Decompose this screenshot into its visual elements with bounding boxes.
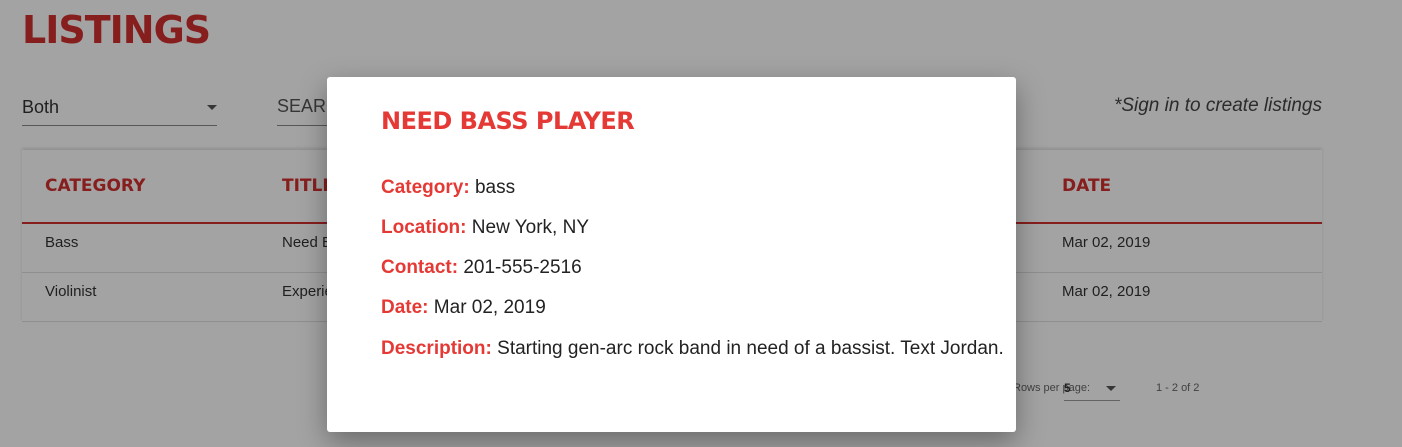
detail-value: 201-555-2516 (463, 257, 582, 278)
detail-label: Description: (381, 338, 492, 359)
modal-title: NEED BASS PLAYER (381, 107, 635, 135)
detail-contact: Contact: 201-555-2516 (381, 257, 582, 279)
detail-label: Contact: (381, 257, 459, 278)
detail-label: Location: (381, 217, 467, 238)
detail-description: Description: Starting gen-arc rock band … (381, 338, 1004, 360)
detail-value: New York, NY (471, 217, 590, 238)
detail-location: Location: New York, NY (381, 217, 589, 239)
detail-value: bass (474, 177, 516, 198)
detail-label: Date: (381, 297, 429, 318)
detail-value: Starting gen-arc rock band in need of a … (497, 338, 1004, 359)
detail-label: Category: (381, 177, 470, 198)
detail-date: Date: Mar 02, 2019 (381, 297, 546, 319)
detail-value: Mar 02, 2019 (433, 297, 546, 318)
listing-detail-modal: NEED BASS PLAYER Category: bass Location… (327, 77, 1016, 432)
detail-category: Category: bass (381, 177, 515, 199)
